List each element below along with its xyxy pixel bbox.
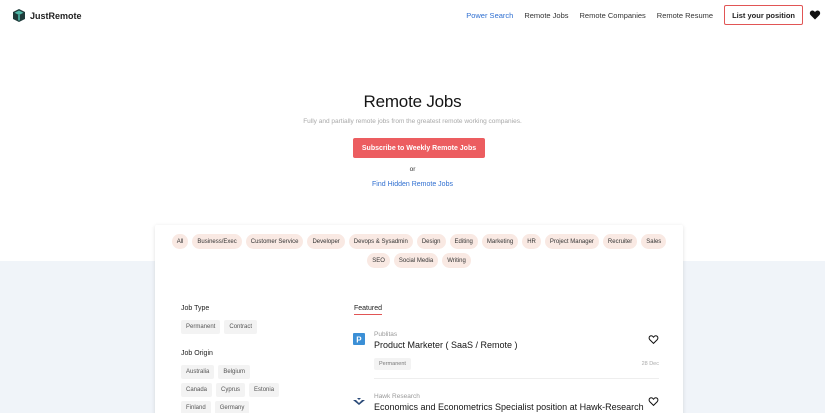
origin-belgium[interactable]: Belgium <box>218 365 251 379</box>
origin-finland[interactable]: Finland <box>181 401 211 413</box>
job-company: Publitas <box>374 331 398 338</box>
nav-remote-companies[interactable]: Remote Companies <box>580 11 646 20</box>
main-nav: Power Search Remote Jobs Remote Companie… <box>466 5 825 25</box>
heart-icon[interactable] <box>648 334 659 345</box>
job-date: 28 Dec <box>641 361 659 367</box>
category-chip-sales[interactable]: Sales <box>641 234 667 249</box>
nav-remote-resume[interactable]: Remote Resume <box>657 11 713 20</box>
filter-sidebar: Job Type Permanent Contract Job Origin A… <box>181 305 280 413</box>
job-type-heading: Job Type <box>181 305 210 312</box>
job-type-badge: Permanent <box>374 358 411 370</box>
page-title: Remote Jobs <box>363 92 462 111</box>
subscribe-button[interactable]: Subscribe to Weekly Remote Jobs <box>353 138 485 158</box>
nav-remote-jobs[interactable]: Remote Jobs <box>524 11 568 20</box>
category-filter: All Business/Exec Customer Service Devel… <box>155 234 683 268</box>
top-header: JustRemote Power Search Remote Jobs Remo… <box>0 0 825 32</box>
page-subtitle: Fully and partially remote jobs from the… <box>303 118 522 125</box>
job-listing[interactable]: P Publitas Product Marketer ( SaaS / Rem… <box>353 331 659 381</box>
job-origin-heading: Job Origin <box>181 350 213 357</box>
heart-icon[interactable] <box>648 396 659 407</box>
featured-tab[interactable]: Featured <box>354 305 383 315</box>
category-chip-editing[interactable]: Editing <box>449 234 478 249</box>
job-listing[interactable]: Hawk Research Economics and Econometrics… <box>353 393 659 413</box>
list-position-button[interactable]: List your position <box>724 5 803 25</box>
job-title[interactable]: Economics and Econometrics Specialist po… <box>374 402 644 412</box>
brand-name: JustRemote <box>30 10 82 21</box>
category-chip-project-manager[interactable]: Project Manager <box>544 234 599 249</box>
category-chip-hr[interactable]: HR <box>522 234 541 249</box>
category-chip-marketing[interactable]: Marketing <box>481 234 519 249</box>
hero-section: Remote Jobs Fully and partially remote j… <box>0 92 825 188</box>
origin-cyprus[interactable]: Cyprus <box>216 383 246 397</box>
category-chip-developer[interactable]: Developer <box>307 234 345 249</box>
category-chip-design[interactable]: Design <box>416 234 446 249</box>
origin-row: Canada Cyprus Estonia <box>181 383 280 397</box>
category-chip-seo[interactable]: SEO <box>367 253 390 268</box>
filter-permanent[interactable]: Permanent <box>181 320 221 334</box>
origin-row: Finland Germany <box>181 401 279 413</box>
origin-canada[interactable]: Canada <box>181 383 213 397</box>
job-type-options: Permanent Contract <box>181 320 279 334</box>
brand-logo[interactable]: JustRemote <box>13 9 82 22</box>
origin-row: Australia Belgium <box>181 365 279 379</box>
find-hidden-jobs-link[interactable]: Find Hidden Remote Jobs <box>0 181 825 188</box>
origin-germany[interactable]: Germany <box>214 401 250 413</box>
nav-power-search[interactable]: Power Search <box>466 11 513 20</box>
category-chip-customer-service[interactable]: Customer Service <box>245 234 304 249</box>
heart-icon[interactable] <box>809 9 821 21</box>
origin-australia[interactable]: Australia <box>181 365 215 379</box>
category-chip-social-media[interactable]: Social Media <box>393 253 439 268</box>
justremote-logo-icon <box>13 9 25 22</box>
publitas-p-icon: P <box>353 333 365 345</box>
job-company: Hawk Research <box>374 393 420 400</box>
origin-estonia[interactable]: Estonia <box>249 383 280 397</box>
jobs-card: All Business/Exec Customer Service Devel… <box>155 225 683 413</box>
divider <box>374 378 659 379</box>
hawk-research-icon <box>353 398 365 405</box>
category-chip-all[interactable]: All <box>171 234 189 249</box>
category-chip-devops[interactable]: Devops & Sysadmin <box>348 234 413 249</box>
svg-text:P: P <box>356 335 362 344</box>
category-chip-recruiter[interactable]: Recruiter <box>602 234 638 249</box>
or-separator: or <box>409 166 416 173</box>
category-chip-business[interactable]: Business/Exec <box>192 234 242 249</box>
category-chip-writing[interactable]: Writing <box>442 253 471 268</box>
job-title[interactable]: Product Marketer ( SaaS / Remote ) <box>374 340 518 350</box>
filter-contract[interactable]: Contract <box>224 320 258 334</box>
